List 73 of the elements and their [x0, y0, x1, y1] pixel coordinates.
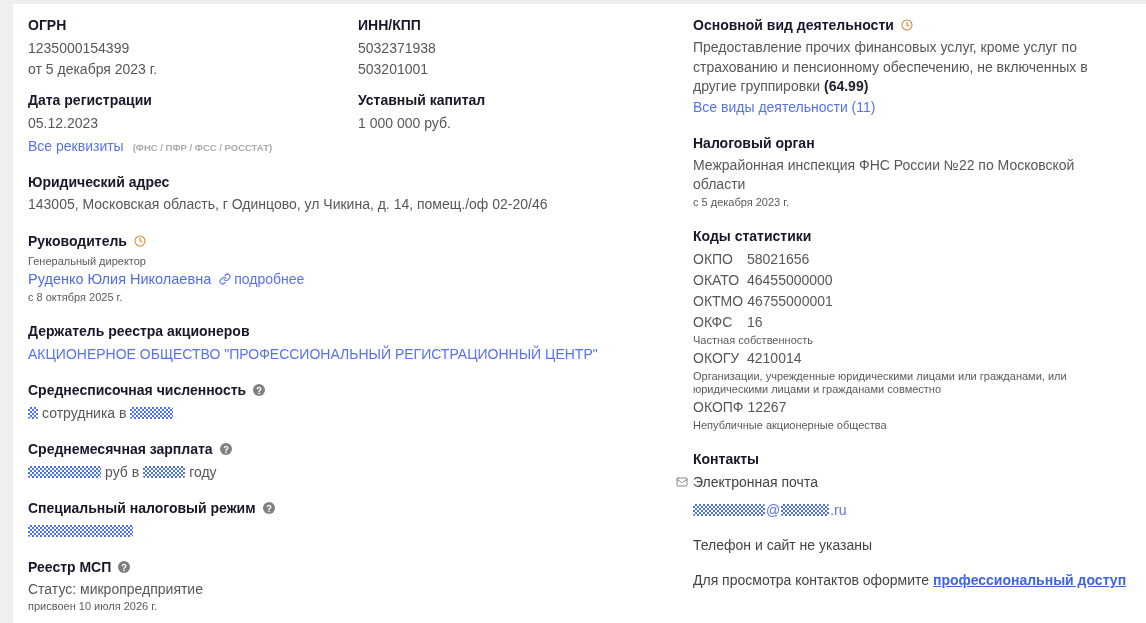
- checkered-mask-icon: [28, 406, 38, 419]
- code-value: 46755000001: [747, 291, 833, 311]
- field-value: Телефон и сайт не указаны: [693, 535, 873, 555]
- section-title: Контакты: [693, 449, 759, 469]
- section-title: Реестр МСП: [28, 557, 112, 577]
- help-icon[interactable]: [219, 442, 232, 455]
- channel-label: Электронная почта: [693, 472, 818, 492]
- code-value: 16: [747, 312, 763, 332]
- clock-icon[interactable]: [133, 234, 146, 247]
- field-value: 5032371938: [358, 39, 436, 58]
- help-icon[interactable]: [118, 560, 131, 573]
- code-value: 58021656: [747, 249, 810, 269]
- section-title: Руководитель: [28, 231, 127, 251]
- section-title: Дата регистрации: [28, 91, 152, 110]
- code-value: 12267: [747, 397, 787, 417]
- help-icon[interactable]: [253, 383, 266, 396]
- text-link[interactable]: Все виды деятельности (11): [693, 96, 876, 117]
- section-title: ОГРН: [28, 16, 67, 35]
- section-title: Юридический адрес: [28, 173, 170, 192]
- code-label: ОКФС: [693, 312, 734, 332]
- code-label: ОКОГУ: [693, 348, 741, 368]
- section-title: Специальный налоговый режим: [28, 498, 256, 518]
- code-label: ОКОПФ: [693, 397, 744, 417]
- code-value: 46455000000: [747, 270, 833, 290]
- field-value: 1 000 000 руб.: [358, 114, 451, 133]
- field-value: Предоставление прочих финансовых услуг, кроме услуг по страхованию и пенсионному обеспечению, не включенных в другие группировки (64.99): [693, 38, 1089, 96]
- details-link[interactable]: подробнее: [219, 268, 305, 290]
- field-note: с 5 декабря 2023 г.: [693, 194, 789, 210]
- field-note: Частная собственность: [693, 332, 814, 348]
- sources-note: (ФНС / ПФР / ФСС / РОССТАТ): [132, 142, 273, 153]
- code-value: 4210014: [747, 348, 802, 368]
- field-note: Непубличные акционерные общества: [693, 417, 887, 433]
- access-notice: Для просмотра контактов оформите профессиональный доступ: [693, 571, 1127, 590]
- section-title: Среднесписочная численность: [28, 380, 247, 400]
- code-label: ОКАТО: [693, 270, 741, 290]
- mail-icon: [676, 475, 688, 488]
- section-title: Уставный капитал: [358, 91, 486, 110]
- field-value: году: [189, 463, 217, 480]
- field-value: Межрайонная инспекция ФНС России №22 по Московской области: [693, 155, 1076, 194]
- field-note: присвоен 10 июля 2026 г.: [28, 599, 157, 614]
- field-note: с 8 октября 2025 г.: [28, 289, 123, 305]
- checkered-mask-icon: [781, 503, 830, 516]
- checkered-mask-icon: [143, 465, 186, 478]
- field-value: 1235000154399: [28, 39, 130, 58]
- code-label: ОКТМО: [693, 291, 744, 311]
- field-value: руб в: [105, 463, 140, 480]
- field-value: 143005, Московская область, г Одинцово, ул Чикина, д. 14, помещ./оф 02-20/46: [28, 195, 548, 214]
- field-value: от 5 декабря 2023 г.: [28, 60, 158, 79]
- section-title: Коды статистики: [693, 226, 812, 246]
- code-label: ОКПО: [693, 249, 734, 269]
- field-value: сотрудника в: [42, 404, 127, 421]
- field-note: Генеральный директор: [28, 253, 146, 269]
- link-icon: [219, 273, 232, 285]
- section-title: Налоговый орган: [693, 133, 815, 153]
- section-title: Основной вид деятельности: [693, 16, 894, 35]
- section-title: Среднемесячная зарплата: [28, 439, 213, 459]
- person-link[interactable]: Руденко Юлия Николаевна: [28, 268, 212, 290]
- pro-access-link[interactable]: профессиональный доступ: [933, 572, 1127, 588]
- checkered-mask-icon: [693, 503, 765, 516]
- email-link[interactable]: @ .ru: [693, 499, 847, 520]
- clock-icon[interactable]: [900, 19, 913, 31]
- requisites-link[interactable]: Все реквизиты: [28, 136, 124, 156]
- field-value: 05.12.2023: [28, 114, 99, 133]
- section-title: ИНН/КПП: [358, 16, 421, 35]
- text-link[interactable]: АКЦИОНЕРНОЕ ОБЩЕСТВО "ПРОФЕССИОНАЛЬНЫЙ РЕГИСТРАЦИОННЫЙ ЦЕНТР": [28, 343, 598, 364]
- checkered-mask-icon: [130, 406, 174, 419]
- section-title: Держатель реестра акционеров: [28, 321, 250, 341]
- checkered-mask-icon: [28, 524, 133, 537]
- help-icon[interactable]: [262, 501, 275, 514]
- field-note: Организации, учрежденные юридическими лицами или гражданами, или юридическими лицами и гражданами совместно: [693, 368, 1068, 397]
- field-value: 503201001: [358, 60, 429, 79]
- field-value: Статус: микропредприятие: [28, 579, 203, 599]
- checkered-mask-icon: [28, 465, 101, 478]
